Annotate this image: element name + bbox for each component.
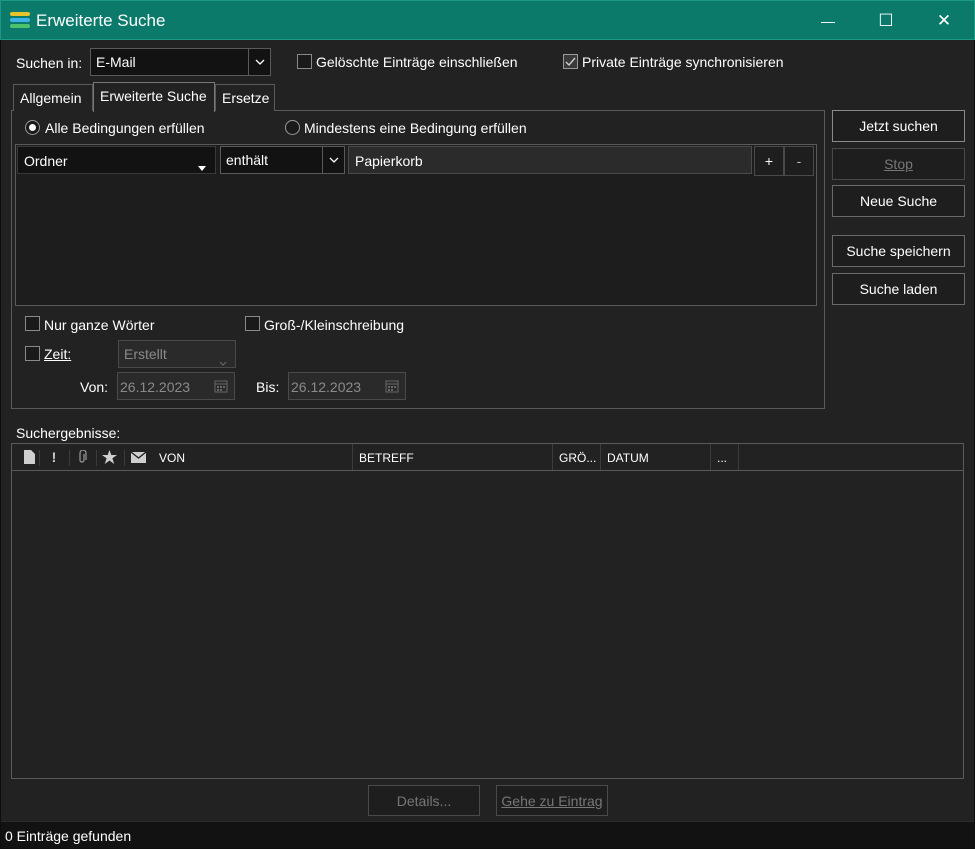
condition-value-text: Papierkorb: [355, 153, 423, 169]
tab-allgemein[interactable]: Allgemein: [13, 84, 93, 111]
condition-field-value: Ordner: [24, 153, 68, 169]
column-divider: [124, 450, 125, 466]
calendar-icon[interactable]: [385, 379, 399, 396]
load-search-label: Suche laden: [859, 281, 938, 297]
chevron-down-icon: [322, 147, 344, 173]
close-button[interactable]: ✕: [915, 1, 973, 41]
time-type-value: Erstellt: [124, 346, 167, 362]
to-date-input[interactable]: 26.12.2023: [288, 372, 406, 400]
envelope-icon[interactable]: [130, 449, 146, 465]
tab-ersetze[interactable]: Ersetze: [215, 84, 275, 111]
whole-words-label: Nur ganze Wörter: [44, 317, 155, 333]
stop-label: Stop: [884, 156, 913, 172]
from-date-input[interactable]: 26.12.2023: [117, 372, 235, 400]
plus-icon: +: [764, 153, 774, 169]
load-search-button[interactable]: Suche laden: [832, 273, 965, 305]
checkmark-icon: [565, 57, 576, 67]
priority-icon[interactable]: !: [46, 449, 62, 465]
tab-label: Allgemein: [20, 90, 82, 106]
column-divider: [69, 450, 70, 466]
add-condition-button[interactable]: +: [754, 146, 784, 176]
maximize-button[interactable]: ☐: [857, 1, 915, 41]
column-divider: [39, 450, 40, 466]
column-header-datum[interactable]: DATUM: [601, 444, 711, 470]
column-header-von[interactable]: VON: [153, 444, 353, 470]
search-now-button[interactable]: Jetzt suchen: [832, 110, 965, 142]
results-label: Suchergebnisse:: [16, 425, 121, 441]
to-label: Bis:: [256, 379, 280, 395]
new-search-label: Neue Suche: [859, 193, 938, 209]
include-deleted-label: Gelöschte Einträge einschließen: [316, 54, 518, 70]
maximize-icon: ☐: [878, 11, 894, 30]
minus-icon: -: [796, 153, 802, 169]
tab-erweiterte-suche[interactable]: Erweiterte Suche: [93, 82, 215, 112]
tab-label: Ersetze: [222, 90, 270, 106]
results-list[interactable]: [11, 443, 964, 779]
tab-label: Erweiterte Suche: [100, 88, 207, 104]
save-search-button[interactable]: Suche speichern: [832, 235, 965, 267]
condition-value-input[interactable]: Papierkorb: [348, 146, 752, 174]
chevron-down-icon: [219, 353, 227, 369]
status-bar: 0 Einträge gefunden: [1, 821, 974, 848]
from-date-value: 26.12.2023: [120, 379, 191, 395]
search-in-select[interactable]: E-Mail: [90, 48, 271, 76]
match-any-label: Mindestens eine Bedingung erfüllen: [304, 120, 527, 136]
time-checkbox[interactable]: [25, 346, 40, 361]
window-title: Erweiterte Suche: [36, 11, 166, 30]
document-icon[interactable]: [21, 449, 37, 465]
status-text: 0 Einträge gefunden: [5, 828, 132, 844]
condition-operator-select[interactable]: enthält: [220, 146, 345, 174]
match-any-radio[interactable]: [285, 120, 300, 135]
attachment-icon[interactable]: [74, 449, 90, 465]
minimize-button[interactable]: —: [799, 1, 857, 41]
new-search-button[interactable]: Neue Suche: [832, 185, 965, 217]
column-divider: [96, 450, 97, 466]
goto-entry-button[interactable]: Gehe zu Eintrag: [496, 785, 608, 816]
results-header: ! VON BETREFF GRÖ... DATUM ...: [12, 444, 963, 471]
details-label: Details...: [396, 792, 452, 809]
match-all-label: Alle Bedingungen erfüllen: [45, 120, 205, 136]
case-sensitive-label: Groß-/Kleinschreibung: [264, 317, 405, 333]
column-header-more[interactable]: ...: [711, 444, 739, 470]
stop-button[interactable]: Stop: [832, 148, 965, 180]
from-label: Von:: [80, 379, 109, 395]
app-logo-icon: [10, 11, 32, 29]
goto-entry-label: Gehe zu Eintrag: [501, 792, 603, 809]
chevron-down-icon: [248, 49, 270, 75]
minimize-icon: —: [821, 13, 835, 29]
sync-private-label: Private Einträge synchronisieren: [582, 54, 784, 70]
time-type-select[interactable]: Erstellt: [118, 340, 236, 368]
column-header-betreff[interactable]: BETREFF: [353, 444, 553, 470]
whole-words-checkbox[interactable]: [25, 316, 40, 331]
to-date-value: 26.12.2023: [291, 379, 362, 395]
calendar-icon[interactable]: [214, 379, 228, 396]
match-all-radio[interactable]: [25, 120, 40, 135]
title-bar[interactable]: Erweiterte Suche — ☐ ✕: [0, 0, 975, 40]
details-button[interactable]: Details...: [368, 785, 480, 816]
save-search-label: Suche speichern: [846, 243, 951, 259]
sync-private-checkbox[interactable]: [563, 54, 578, 69]
case-sensitive-checkbox[interactable]: [245, 316, 260, 331]
column-header-groesse[interactable]: GRÖ...: [553, 444, 601, 470]
time-label: Zeit:: [44, 346, 72, 362]
search-now-label: Jetzt suchen: [859, 118, 938, 134]
include-deleted-checkbox[interactable]: [297, 54, 312, 69]
search-in-value: E-Mail: [96, 54, 136, 70]
condition-operator-value: enthält: [226, 152, 269, 168]
condition-field-select[interactable]: Ordner: [17, 146, 216, 174]
search-in-label: Suchen in:: [16, 55, 83, 71]
close-icon: ✕: [936, 11, 952, 30]
caret-down-icon: [198, 158, 206, 174]
star-icon[interactable]: [101, 449, 117, 465]
remove-condition-button[interactable]: -: [784, 146, 814, 176]
